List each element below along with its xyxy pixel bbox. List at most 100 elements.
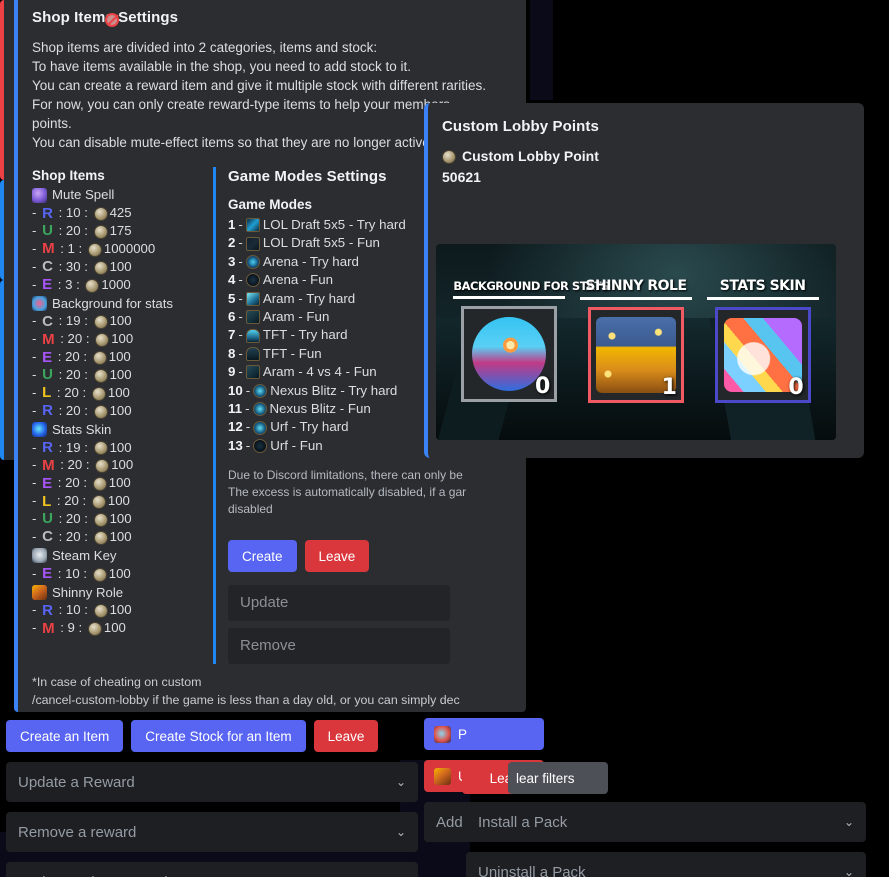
aram-icon [245, 291, 260, 306]
hero-card-list: BACKGROUND FOR STATS 0 SHINNY ROLE 1 STATS S… [436, 244, 836, 440]
dash: - [245, 437, 251, 453]
game-mode-index: 2 [228, 235, 236, 251]
game-mode-index: 9 [228, 364, 236, 380]
rarity-letter: U [42, 510, 53, 528]
screen-root: Shop Items Settings Shop items are divid… [0, 0, 889, 877]
coin-icon [87, 622, 102, 637]
shop-items-column: Shop Items Mute Spell - R : 10 : 425- U :… [32, 167, 197, 665]
shop-item-name: Stats Skin [52, 421, 112, 437]
coin-icon [95, 333, 110, 348]
shop-stock-row: - E : 20 : 100 [32, 348, 197, 366]
update-item-stock-select[interactable]: Update an item's Stock ⌄ [6, 862, 418, 877]
shop-item-name: Shinny Role [52, 584, 124, 600]
card-caption: BACKGROUND FOR STATS [453, 278, 609, 293]
nexus-blitz-icon [253, 420, 268, 435]
dash: - [245, 419, 251, 435]
rarity-letter: U [42, 222, 53, 240]
card-caption: SHINNY ROLE [585, 277, 687, 294]
card-caption: STATS SKIN [719, 277, 806, 294]
chest-emoji [32, 584, 47, 600]
leave-game-modes-button[interactable]: Leave [304, 540, 370, 573]
dash: - [245, 382, 251, 398]
game-mode-index: 10 [228, 382, 243, 398]
price: 1000000 [103, 240, 156, 256]
shop-stock-row: - C : 20 : 100 [32, 528, 197, 546]
shop-stock-row: - U : 20 : 100 [32, 510, 197, 528]
dash: - [32, 602, 41, 618]
dash: - [32, 493, 41, 509]
dash: - [32, 367, 41, 382]
create-game-mode-button[interactable]: Create [228, 540, 297, 573]
update-game-mode-select[interactable]: Update [228, 585, 450, 622]
dash: - [32, 384, 41, 400]
steam-emoji [32, 548, 47, 564]
shop-item-name: Steam Key [52, 547, 117, 563]
shop-item-header: Steam Key [32, 547, 197, 565]
shop-item-header: Shinny Role [32, 584, 197, 602]
chevron-down-icon: ⌄ [843, 865, 854, 877]
remove-game-mode-select[interactable]: Remove [228, 628, 450, 665]
shop-desc-line: Shop items are divided into 2 categories… [32, 39, 378, 55]
game-mode-index: 4 [228, 272, 236, 288]
dash: - [32, 258, 41, 274]
leave-shop-button[interactable]: Leave [313, 720, 379, 752]
install-a-pack-select[interactable]: Install a Pack ⌄ [466, 802, 866, 842]
shop-stock-row: - U : 20 : 100 [32, 366, 197, 384]
shop-items-list: Mute Spell - R : 10 : 425- U : 20 : 175- … [32, 186, 197, 637]
rarity-letter: M [42, 619, 55, 637]
update-a-reward-select[interactable]: Update a Reward ⌄ [6, 762, 418, 802]
price: 100 [111, 331, 134, 347]
shop-stock-row: - E : 20 : 100 [32, 474, 197, 492]
create-an-item-button[interactable]: Create an Item [6, 720, 124, 752]
remove-a-reward-select[interactable]: Remove a reward ⌄ [6, 812, 418, 852]
shop-desc-line: You can create a reward item and give it… [32, 78, 486, 93]
rarity-letter: R [42, 601, 53, 619]
dash: - [32, 457, 41, 473]
card-artwork: 0 [714, 306, 811, 403]
shop-actions-panel: Create an Item Create Stock for an Item … [6, 720, 418, 877]
aram-disabled-icon [245, 310, 260, 325]
game-mode-label: Nexus Blitz - Try hard [270, 382, 398, 398]
shop-stock-row: - R : 10 : 425 [32, 204, 197, 222]
inventory-card: SHINNY ROLE 1 [579, 277, 692, 403]
coin-icon [91, 386, 106, 401]
footnote-line: *In case of cheating on custom [32, 675, 202, 690]
shop-item-header: Background for stats [32, 295, 197, 313]
dash: - [32, 565, 41, 581]
quantity: : 20 : [54, 223, 92, 238]
price: 100 [109, 402, 132, 418]
note-line: disabled [228, 502, 273, 517]
shop-items-header: Shop Items [32, 167, 105, 183]
quantity: : 3 : [54, 276, 84, 292]
note-line: The excess is automatically disabled, if… [228, 485, 467, 500]
points-button[interactable]: P [424, 718, 544, 750]
shop-item-header: Mute Spell [32, 186, 197, 204]
game-mode-index: 11 [228, 401, 243, 416]
lol-draft-disabled-icon [245, 236, 260, 251]
rarity-letter: E [42, 565, 53, 583]
game-mode-label: Aram - Fun [262, 308, 330, 324]
game-mode-label: Urf - Fun [270, 437, 323, 453]
quantity: : 10 : [54, 565, 91, 581]
dash: - [32, 276, 41, 292]
nexus-blitz-icon [252, 402, 267, 417]
game-mode-index: 3 [228, 253, 236, 269]
rarity-letter: C [42, 258, 53, 276]
coin-icon [442, 150, 456, 165]
uninstall-a-pack-select[interactable]: Uninstall a Pack ⌄ [466, 852, 866, 877]
shop-stock-row: - U : 20 : 175 [32, 222, 197, 240]
rarity-letter: C [42, 528, 53, 546]
coin-icon [92, 351, 107, 366]
shop-stock-row: - M : 20 : 100 [32, 456, 197, 474]
inventory-card: BACKGROUND FOR STATS 0 [453, 278, 609, 402]
chevron-down-icon: ⌄ [843, 815, 854, 829]
price: 175 [109, 223, 132, 238]
shop-stock-row: - L : 20 : 100 [32, 384, 197, 402]
card-count: 1 [661, 374, 677, 400]
quantity: : 19 : [54, 439, 92, 455]
create-stock-button[interactable]: Create Stock for an Item [131, 720, 306, 752]
game-mode-index: 8 [228, 345, 236, 361]
shop-stock-row: - R : 19 : 100 [32, 439, 197, 457]
price: 100 [109, 258, 132, 274]
card-count: 0 [535, 373, 551, 399]
